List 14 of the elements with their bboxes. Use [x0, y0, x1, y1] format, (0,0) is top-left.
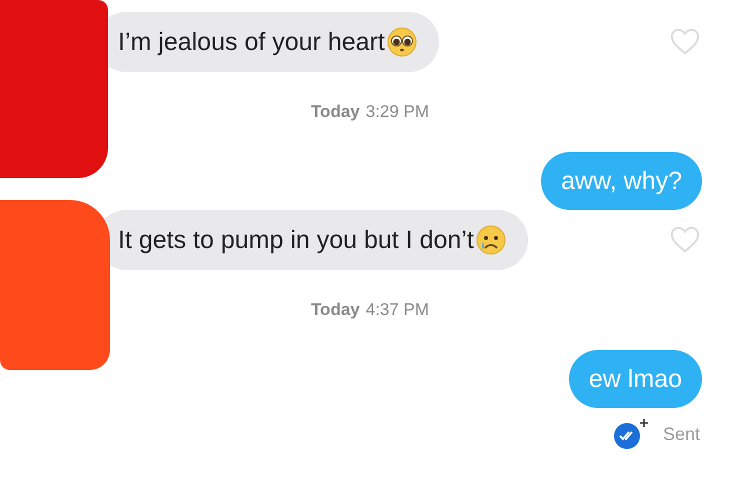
date-label: Today: [310, 300, 360, 320]
sent-status: Sent: [662, 424, 700, 444]
message-bubble: aww, why?: [541, 152, 702, 210]
crying-face-icon: [476, 225, 506, 255]
date-label: Today: [310, 102, 360, 122]
double-check-icon: [612, 418, 649, 450]
time-label: 4:37 PM: [366, 300, 430, 320]
heart-icon[interactable]: [670, 28, 700, 56]
time-label: 3:29 PM: [366, 102, 430, 122]
pleading-face-icon: [386, 27, 417, 57]
message-bubble: ew lmao: [568, 350, 702, 408]
message-text: It gets to pump in you but I don’t: [118, 226, 474, 254]
message-text: I’m jealous of your heart: [118, 28, 385, 56]
heart-icon[interactable]: [670, 226, 700, 254]
